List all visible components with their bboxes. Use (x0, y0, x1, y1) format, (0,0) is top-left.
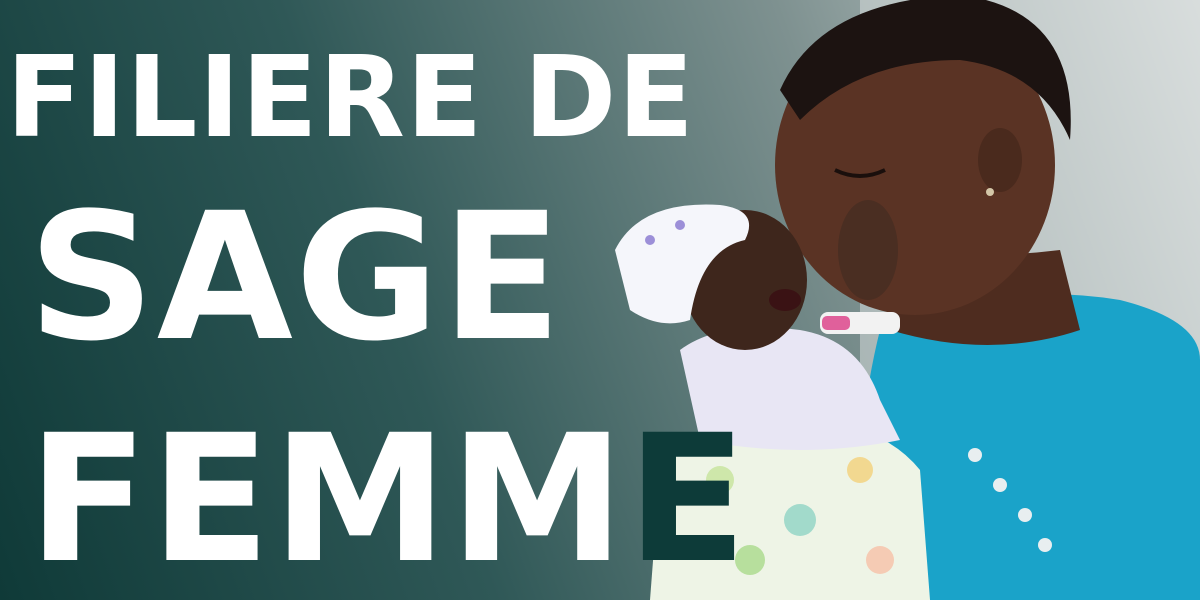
headline-line-2: SAGE (28, 175, 564, 380)
shirt-button (1038, 538, 1052, 552)
headline-line-3-main: FEMM (28, 397, 627, 600)
headline-line-3-accent-letter: E (626, 397, 749, 600)
shirt-button (993, 478, 1007, 492)
headline-line-1: FILIERE DE (6, 33, 695, 163)
mother-ear (978, 128, 1022, 192)
earring (986, 188, 994, 196)
baby-mouth (769, 289, 801, 311)
shirt-button (968, 448, 982, 462)
banner: FILIERE DE SAGE FEMME (0, 0, 1200, 600)
shirt-button (1018, 508, 1032, 522)
baby-hand (838, 200, 898, 300)
headline-line-3: FEMME (28, 412, 749, 588)
